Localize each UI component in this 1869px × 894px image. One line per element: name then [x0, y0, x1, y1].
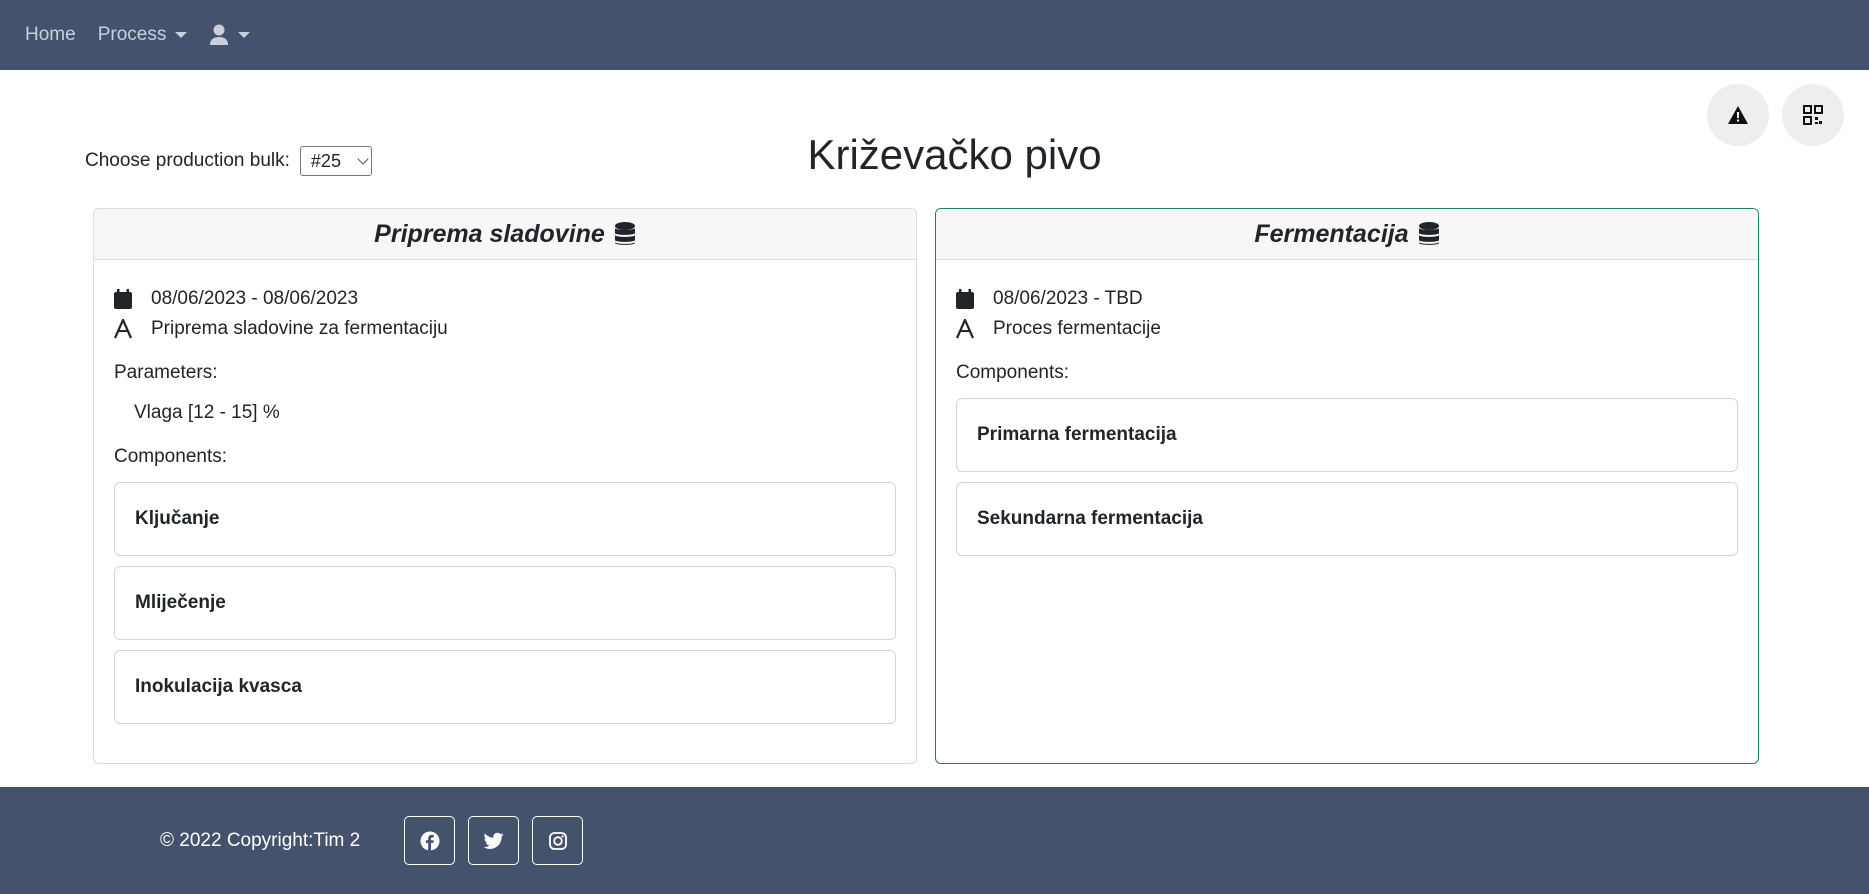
qr-code-icon — [1803, 105, 1823, 125]
component-item[interactable]: Ključanje — [114, 482, 896, 556]
process-card-priprema: Priprema sladovine 08/06/2023 - 08/06/20… — [93, 208, 917, 764]
instagram-icon — [548, 831, 567, 850]
chevron-down-icon — [175, 32, 188, 38]
component-item[interactable]: Primarna fermentacija — [956, 398, 1738, 472]
calendar-icon — [956, 289, 974, 309]
footer: © 2022 Copyright:Tim 2 — [0, 787, 1869, 894]
date-row: 08/06/2023 - 08/06/2023 — [114, 284, 896, 314]
card-header: Priprema sladovine — [94, 209, 916, 260]
process-card-fermentacija: Fermentacija 08/06/2023 - TBD Proces fer… — [935, 208, 1759, 764]
page-title: Križevačko pivo — [807, 131, 1102, 178]
chevron-down-icon — [238, 32, 251, 38]
description-row: Priprema sladovine za fermentaciju — [114, 314, 896, 344]
social-links — [404, 816, 584, 865]
card-header: Fermentacija — [936, 209, 1758, 260]
user-icon — [210, 24, 229, 45]
date-row: 08/06/2023 - TBD — [956, 284, 1738, 314]
calendar-icon — [114, 289, 132, 309]
top-navbar: Home Process — [0, 0, 1869, 70]
component-item[interactable]: Inokulacija kvasca — [114, 650, 896, 724]
warning-icon — [1728, 106, 1748, 124]
nav-process-dropdown[interactable]: Process — [98, 24, 188, 46]
date-range: 08/06/2023 - 08/06/2023 — [151, 288, 359, 309]
card-title: Priprema sladovine — [374, 219, 605, 248]
facebook-icon — [420, 831, 440, 851]
font-icon — [956, 319, 974, 339]
twitter-button[interactable] — [468, 816, 520, 865]
twitter-icon — [483, 832, 504, 849]
nav-process-label: Process — [97, 24, 167, 45]
components-label: Components: — [114, 446, 228, 467]
date-range: 08/06/2023 - TBD — [993, 288, 1143, 309]
description: Priprema sladovine za fermentaciju — [151, 318, 448, 339]
description: Proces fermentacije — [993, 318, 1161, 339]
database-icon — [1418, 222, 1439, 245]
parameter-item: Vlaga [12 - 15] % — [134, 402, 280, 423]
parameters-label: Parameters: — [114, 362, 218, 383]
facebook-button[interactable] — [404, 816, 456, 865]
copyright-text: © 2022 Copyright:Tim 2 — [160, 829, 361, 851]
instagram-button[interactable] — [532, 816, 584, 865]
user-menu-dropdown[interactable] — [209, 24, 251, 46]
description-row: Proces fermentacije — [956, 314, 1738, 344]
component-item[interactable]: Mliječenje — [114, 566, 896, 640]
font-icon — [114, 319, 132, 339]
components-label: Components: — [956, 362, 1070, 383]
database-icon — [614, 222, 635, 245]
nav-home-link[interactable]: Home — [25, 24, 76, 46]
card-title: Fermentacija — [1254, 219, 1409, 248]
component-item[interactable]: Sekundarna fermentacija — [956, 482, 1738, 556]
